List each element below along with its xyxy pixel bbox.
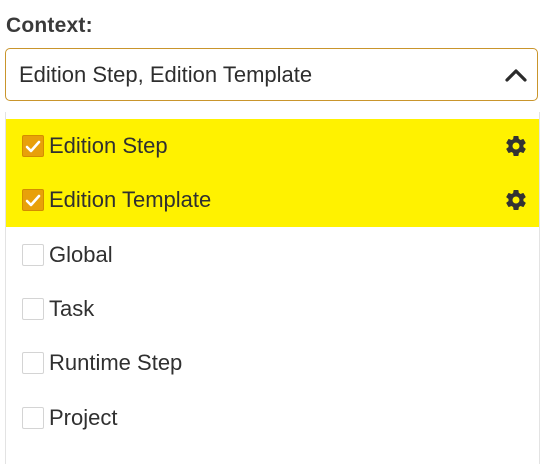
option-runtime-step[interactable]: Runtime Step xyxy=(6,336,539,390)
option-label: Edition Step xyxy=(49,133,168,158)
option-edition-step[interactable]: Edition Step xyxy=(6,119,539,173)
option-label: Task xyxy=(49,296,95,321)
option-label: Runtime Step xyxy=(49,350,183,375)
chevron-up-icon[interactable] xyxy=(503,62,529,88)
context-field: Context: Edition Step, Edition Template … xyxy=(0,0,544,464)
checkbox-unchecked[interactable] xyxy=(22,244,44,266)
option-label: Edition Template xyxy=(49,187,212,212)
option-label: Project xyxy=(49,405,118,430)
option-global[interactable]: Global xyxy=(6,228,539,282)
option-project[interactable]: Project xyxy=(6,391,539,445)
gear-icon[interactable] xyxy=(503,133,529,159)
checkbox-checked[interactable] xyxy=(22,135,44,157)
checkbox-checked[interactable] xyxy=(22,189,44,211)
options-dropdown: Edition Step Edition Template Global Tas… xyxy=(5,112,540,464)
checkbox-unchecked[interactable] xyxy=(22,407,44,429)
option-edition-template[interactable]: Edition Template xyxy=(6,173,539,227)
option-label: Global xyxy=(49,242,113,267)
gear-icon[interactable] xyxy=(503,187,529,213)
context-select[interactable]: Edition Step, Edition Template xyxy=(5,48,538,101)
checkbox-unchecked[interactable] xyxy=(22,298,44,320)
checkbox-unchecked[interactable] xyxy=(22,352,44,374)
field-label: Context: xyxy=(6,14,93,37)
option-task[interactable]: Task xyxy=(6,282,539,336)
select-value: Edition Step, Edition Template xyxy=(19,61,313,87)
